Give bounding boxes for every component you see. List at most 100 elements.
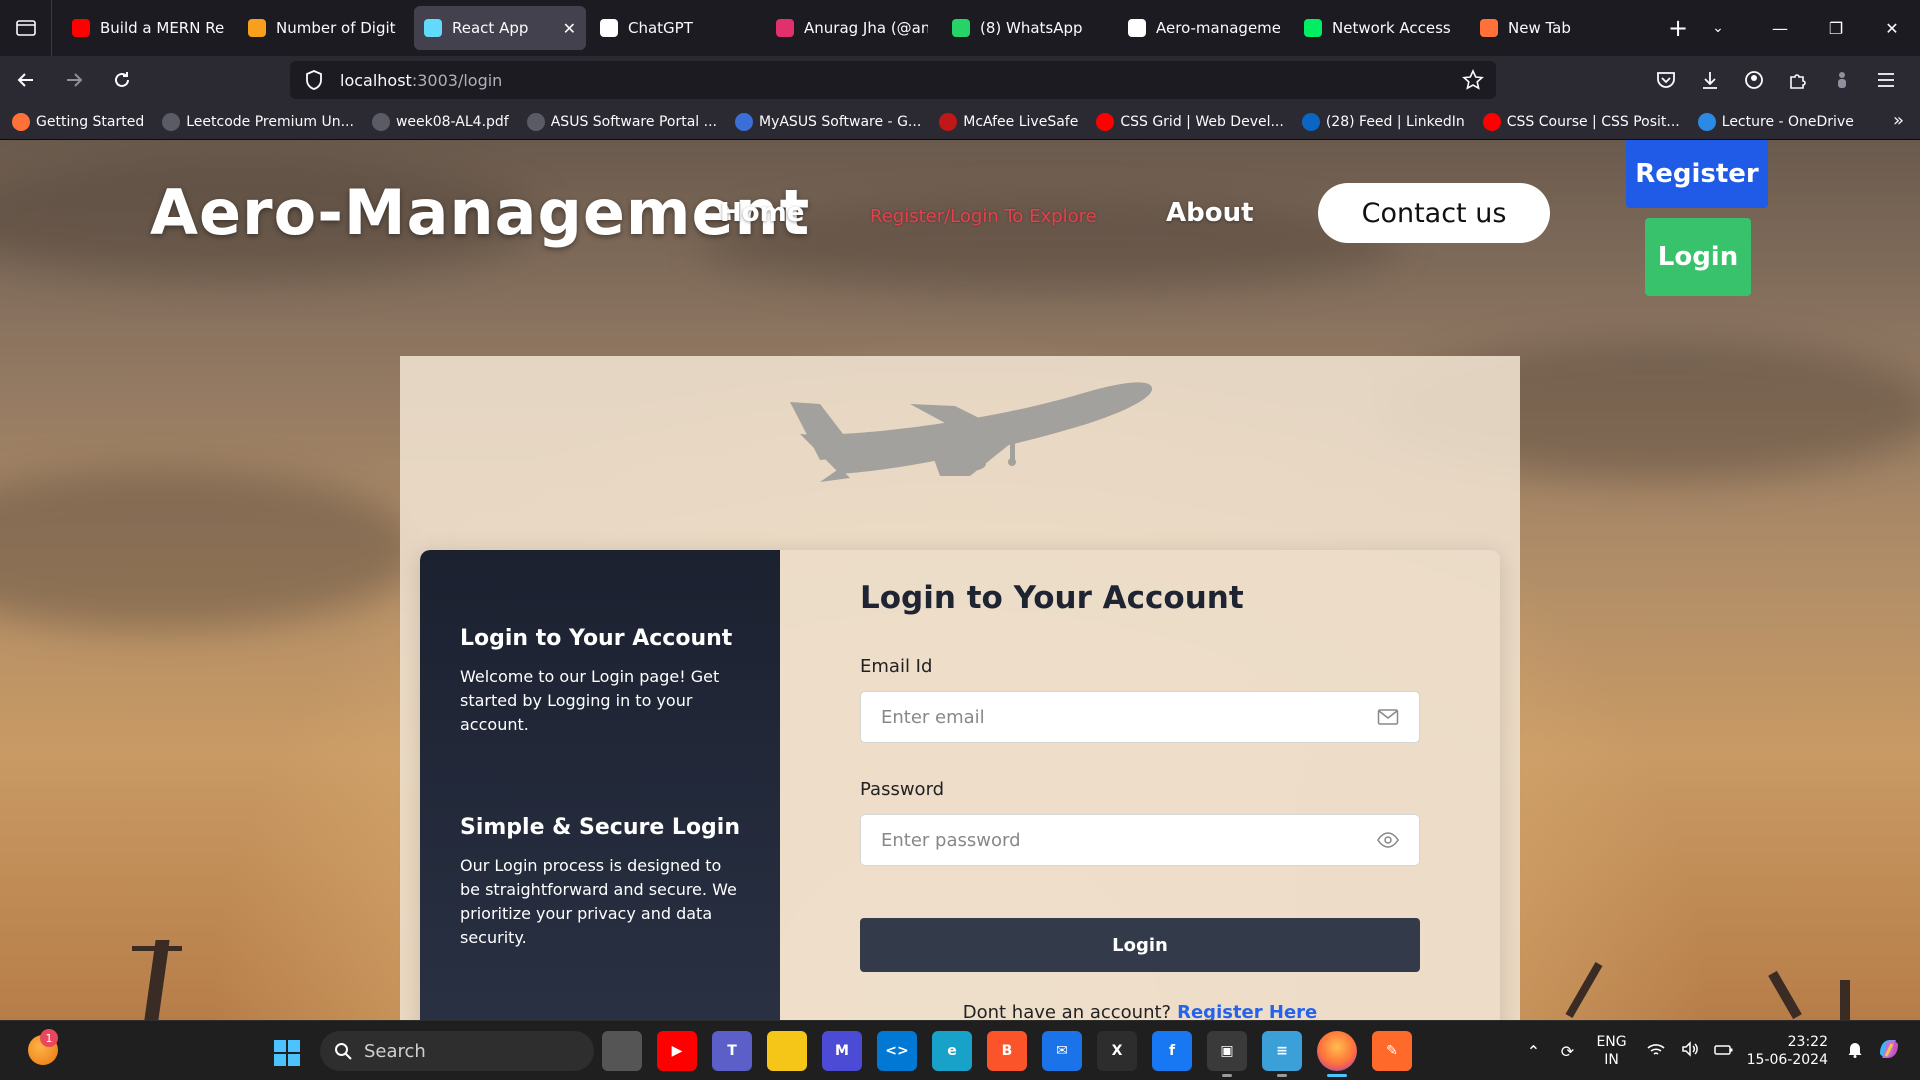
login-form: Login to Your Account Email Id Password …	[860, 580, 1420, 1020]
browser-tab[interactable]: (8) WhatsApp	[942, 6, 1114, 50]
clock[interactable]: 23:22 15-06-2024	[1747, 1033, 1828, 1069]
app-menu-button[interactable]	[1864, 60, 1908, 100]
pocket-button[interactable]	[1644, 60, 1688, 100]
downloads-button[interactable]	[1688, 60, 1732, 100]
reload-button[interactable]	[100, 60, 144, 100]
copilot-icon[interactable]	[1872, 1036, 1906, 1066]
tab-list-button[interactable]	[0, 0, 52, 56]
onedrive-icon	[1697, 112, 1716, 131]
nav-explore-link[interactable]: Register/Login To Explore	[870, 206, 1097, 227]
register-button[interactable]: Register	[1626, 140, 1768, 208]
nav-about-link[interactable]: About	[1166, 198, 1254, 228]
extensions-button[interactable]	[1776, 60, 1820, 100]
bookmark-item[interactable]: MyASUS Software - G...	[734, 112, 922, 131]
signup-prompt: Dont have an account? Register Here	[860, 1002, 1420, 1020]
windows-start-icon[interactable]	[273, 1039, 301, 1067]
bookmark-item[interactable]: (28) Feed | LinkedIn	[1301, 112, 1465, 131]
cloud-decoration	[0, 470, 420, 630]
bookmark-item[interactable]: Getting Started	[12, 112, 144, 131]
extension-item-button[interactable]	[1820, 60, 1864, 100]
youtube-icon	[72, 19, 90, 37]
notepad-icon[interactable]: ≡	[1262, 1031, 1302, 1077]
firefox-taskbar-icon[interactable]	[1317, 1031, 1357, 1077]
login-nav-button[interactable]: Login	[1645, 218, 1751, 296]
login-panel: Login to Your Account Welcome to our Log…	[400, 356, 1520, 1020]
bookmark-item[interactable]: Lecture - OneDrive	[1697, 112, 1854, 131]
bookmarks-overflow-icon[interactable]: »	[1893, 110, 1904, 131]
bookmark-label: MyASUS Software - G...	[758, 113, 922, 130]
file-explorer-icon[interactable]	[767, 1031, 807, 1071]
globe-icon	[162, 112, 181, 131]
register-here-link[interactable]: Register Here	[1177, 1002, 1317, 1020]
edge-icon[interactable]: e	[932, 1031, 972, 1071]
mail-icon	[1377, 709, 1399, 725]
browser-tab[interactable]: Aero-managemen	[1118, 6, 1290, 50]
search-icon	[335, 1043, 352, 1060]
notification-bell-icon[interactable]	[1838, 1040, 1872, 1062]
browser-tab[interactable]: React App ✕	[414, 6, 586, 50]
youtube-app-icon[interactable]: ▶	[657, 1031, 697, 1071]
password-input[interactable]	[861, 815, 1419, 865]
pen-app-icon[interactable]: ✎	[1372, 1031, 1412, 1071]
taskbar-search-box[interactable]: Search	[320, 1031, 594, 1071]
forward-button[interactable]	[52, 60, 96, 100]
new-tab-button[interactable]: +	[1658, 14, 1698, 42]
nav-home-link[interactable]: Home	[720, 198, 804, 228]
app-window-icon[interactable]: ▣	[1207, 1031, 1247, 1077]
browser-tab[interactable]: Number of Digit	[238, 6, 410, 50]
globe-icon	[371, 112, 390, 131]
volume-icon[interactable]	[1673, 1041, 1707, 1061]
account-button[interactable]	[1732, 60, 1776, 100]
close-tab-icon[interactable]: ✕	[563, 19, 576, 38]
browser-tab[interactable]: New Tab	[1470, 6, 1642, 50]
mongodb-icon	[1304, 19, 1322, 37]
battery-icon[interactable]	[1707, 1042, 1741, 1061]
wifi-icon[interactable]	[1639, 1042, 1673, 1061]
email-input[interactable]	[861, 692, 1419, 742]
contact-us-button[interactable]: Contact us	[1318, 183, 1550, 243]
language-indicator[interactable]: ENG IN	[1596, 1033, 1626, 1069]
tracking-protection-icon[interactable]	[302, 69, 326, 91]
browser-tab[interactable]: Network Access |	[1294, 6, 1466, 50]
vscode-icon[interactable]: <>	[877, 1031, 917, 1071]
tab-label: Number of Digit	[276, 19, 396, 37]
close-window-button[interactable]: ✕	[1864, 0, 1920, 56]
browser-tab[interactable]: ChatGPT	[590, 6, 762, 50]
minimize-button[interactable]: —	[1752, 0, 1808, 56]
teams-icon[interactable]: T	[712, 1031, 752, 1071]
bookmark-item[interactable]: CSS Grid | Web Devel...	[1096, 112, 1284, 131]
xbox-icon[interactable]: X	[1097, 1031, 1137, 1071]
bookmark-label: McAfee LiveSafe	[963, 113, 1079, 130]
email-label: Email Id	[860, 656, 933, 677]
mail-icon[interactable]: ✉	[1042, 1031, 1082, 1071]
bookmark-star-icon[interactable]	[1462, 69, 1484, 91]
sync-icon[interactable]: ⟳	[1550, 1042, 1584, 1061]
chevron-up-icon[interactable]: ⌃	[1516, 1042, 1550, 1061]
bookmark-item[interactable]: McAfee LiveSafe	[939, 112, 1079, 131]
bookmark-label: week08-AL4.pdf	[395, 113, 509, 130]
eye-icon[interactable]	[1377, 830, 1399, 850]
browser-tab-bar: Build a MERN Rea Number of Digit React App…	[0, 0, 1920, 56]
mcafee-icon	[939, 112, 958, 131]
restore-button[interactable]: ❐	[1808, 0, 1864, 56]
bookmark-item[interactable]: ASUS Software Portal ...	[526, 112, 717, 131]
back-button[interactable]	[4, 60, 48, 100]
browser-tab[interactable]: Build a MERN Rea	[62, 6, 234, 50]
browser-tab[interactable]: Anurag Jha (@anu	[766, 6, 938, 50]
login-submit-button[interactable]: Login	[860, 918, 1420, 972]
mathway-icon[interactable]: M	[822, 1031, 862, 1071]
bookmark-label: CSS Grid | Web Devel...	[1120, 113, 1284, 130]
bookmark-label: ASUS Software Portal ...	[550, 113, 717, 130]
bookmark-item[interactable]: week08-AL4.pdf	[371, 112, 509, 131]
bookmark-item[interactable]: CSS Course | CSS Posit...	[1482, 112, 1680, 131]
bookmark-item[interactable]: Leetcode Premium Un...	[162, 112, 354, 131]
task-view-icon[interactable]	[602, 1031, 642, 1071]
language-region: IN	[1604, 1052, 1619, 1068]
reload-icon	[115, 72, 129, 87]
brave-icon[interactable]: B	[987, 1031, 1027, 1071]
facebook-icon[interactable]: f	[1152, 1031, 1192, 1071]
address-bar[interactable]: localhost:3003/login	[290, 61, 1496, 1080]
tab-overflow-button[interactable]: ⌄	[1698, 20, 1738, 36]
bookmark-label: CSS Course | CSS Posit...	[1506, 113, 1680, 130]
url-text[interactable]: localhost:3003/login	[340, 71, 502, 90]
